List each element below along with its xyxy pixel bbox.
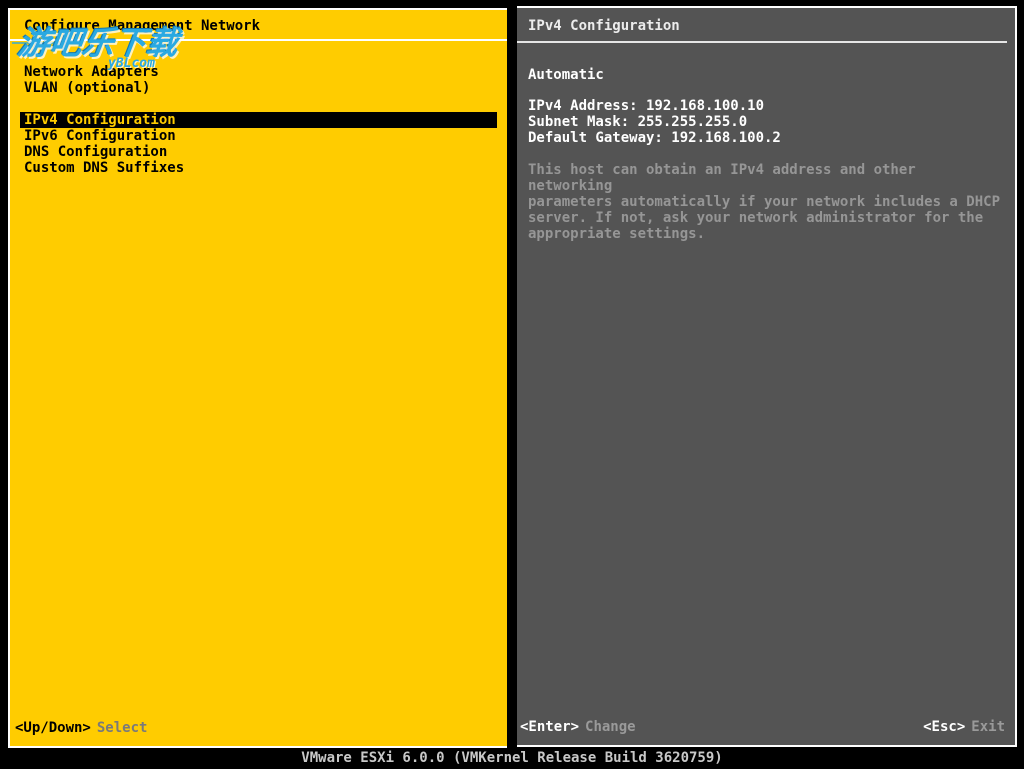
panel-title: IPv4 Configuration — [528, 18, 680, 34]
field-default-gateway: Default Gateway: 192.168.100.2 — [528, 130, 781, 146]
ipv4-mode-value: Automatic — [528, 67, 604, 83]
updown-select-hint: <Up/Down> Select — [15, 720, 147, 736]
ipv4-settings-list: IPv4 Address: 192.168.100.10 Subnet Mask:… — [528, 98, 781, 146]
exit-action-label: Exit — [971, 719, 1005, 735]
esc-key-label: <Esc> — [923, 719, 966, 735]
change-action-label: Change — [585, 719, 636, 735]
configure-management-network-panel: Configure Management Network Network Ada… — [8, 8, 507, 748]
title-divider — [10, 39, 507, 41]
esxi-version-text: VMware ESXi 6.0.0 (VMKernel Release Buil… — [301, 750, 723, 766]
panel-title-divider — [517, 41, 1007, 43]
menu-item-dns-configuration[interactable]: DNS Configuration — [20, 144, 499, 160]
watermark-speedline — [12, 42, 72, 44]
field-subnet-mask: Subnet Mask: 255.255.255.0 — [528, 114, 748, 130]
enter-change-hint: <Enter> Change — [520, 719, 636, 735]
ipv4-configuration-panel: IPv4 Configuration Automatic IPv4 Addres… — [517, 6, 1017, 747]
key-hints-row: <Enter> Change <Esc> Exit — [520, 719, 1005, 735]
menu-item-ipv4-configuration[interactable]: IPv4 Configuration — [20, 112, 497, 128]
field-ipv4-address: IPv4 Address: 192.168.100.10 — [528, 98, 765, 114]
select-action-label: Select — [96, 720, 148, 736]
menu-item-vlan-optional-[interactable]: VLAN (optional) — [20, 80, 499, 96]
menu-item-network-adapters[interactable]: Network Adapters — [20, 64, 499, 80]
enter-key-label: <Enter> — [520, 719, 580, 735]
dhcp-description-text: This host can obtain an IPv4 address and… — [528, 162, 1001, 242]
menu-item-custom-dns-suffixes[interactable]: Custom DNS Suffixes — [20, 160, 499, 176]
page-title: Configure Management Network — [24, 18, 261, 34]
esc-exit-hint: <Esc> Exit — [923, 719, 1005, 735]
network-settings-menu: Network Adapters VLAN (optional) IPv4 Conf… — [20, 64, 499, 176]
esxi-version-statusbar: VMware ESXi 6.0.0 (VMKernel Release Buil… — [0, 748, 1024, 769]
updown-key-label: <Up/Down> — [15, 720, 91, 736]
menu-item-ipv6-configuration[interactable]: IPv6 Configuration — [20, 128, 499, 144]
